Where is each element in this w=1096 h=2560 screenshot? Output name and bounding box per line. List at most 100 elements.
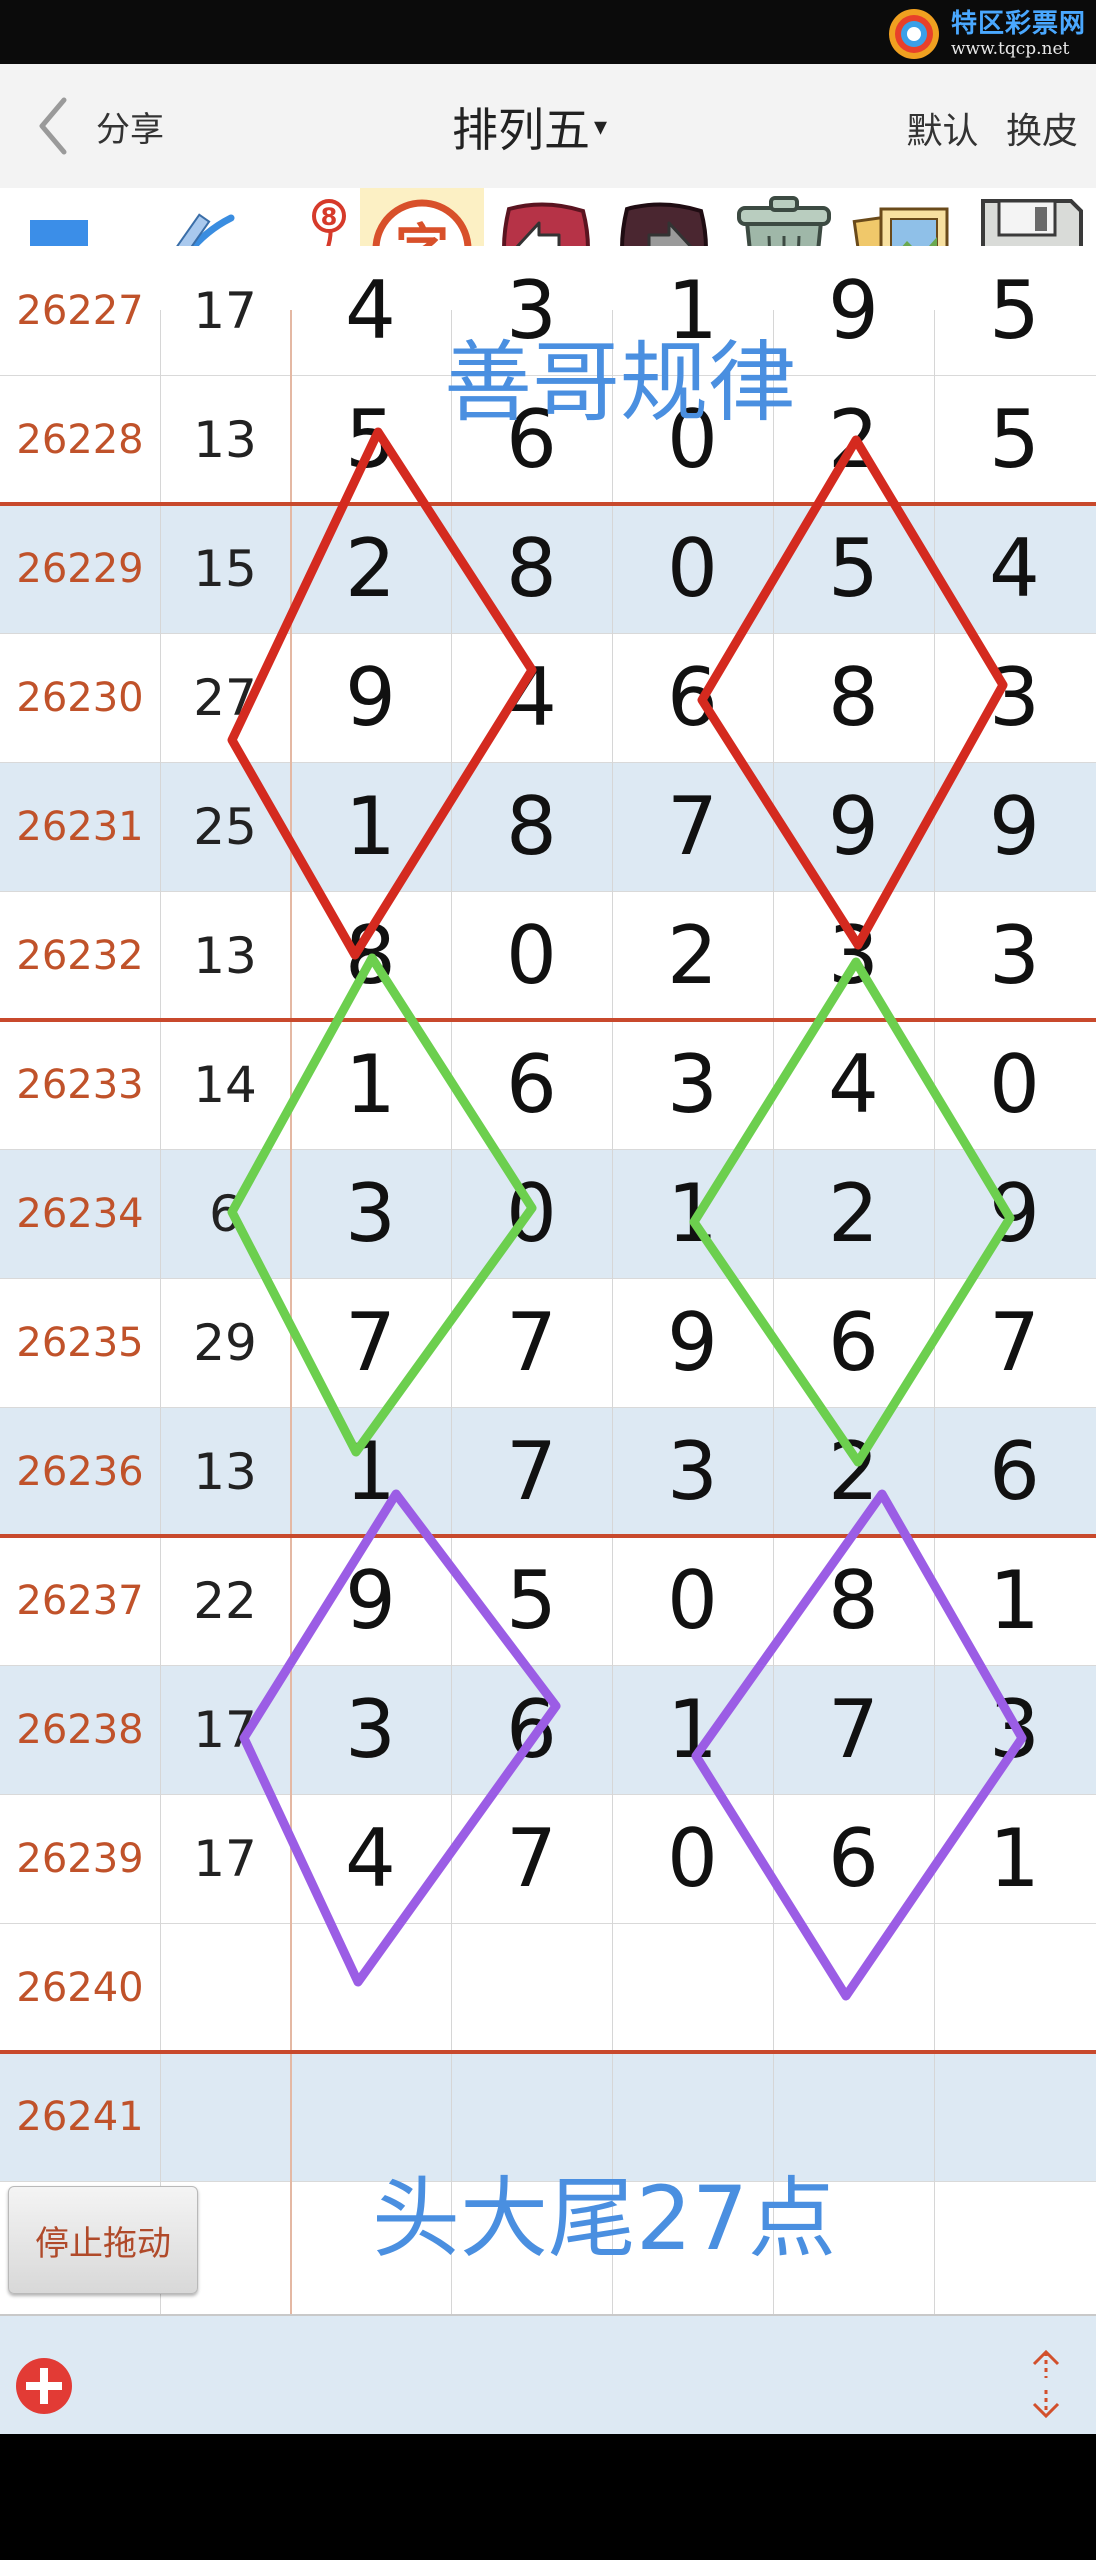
digit-cell[interactable]: 4 bbox=[773, 1020, 934, 1149]
updown-arrows-icon[interactable] bbox=[1024, 2346, 1068, 2422]
watermark: 特区彩票网 www.tqcp.net bbox=[887, 6, 1086, 62]
digit-cell[interactable]: 2 bbox=[290, 504, 451, 633]
digit-cell[interactable]: 5 bbox=[773, 504, 934, 633]
digit-cell[interactable]: 1 bbox=[612, 1149, 773, 1278]
issue-cell: 26241 bbox=[16, 2093, 144, 2140]
digit-cell[interactable]: 8 bbox=[451, 504, 612, 633]
default-button[interactable]: 默认 bbox=[907, 111, 979, 152]
nav-right: 默认 换皮 bbox=[907, 102, 1078, 154]
digit-cell[interactable]: 2 bbox=[773, 1407, 934, 1536]
digit-cell[interactable]: 8 bbox=[773, 1536, 934, 1665]
digit-cell[interactable]: 7 bbox=[612, 762, 773, 891]
table-row: 26233 14 1 6 3 4 0 bbox=[0, 1020, 1096, 1149]
digit-cell[interactable]: 9 bbox=[773, 246, 934, 375]
digit-cell[interactable]: 1 bbox=[934, 1794, 1095, 1923]
column-divider bbox=[160, 310, 161, 2314]
digit-cell[interactable]: 7 bbox=[290, 1278, 451, 1407]
digit-cell[interactable]: 4 bbox=[934, 504, 1095, 633]
digit-cell[interactable]: 3 bbox=[290, 1149, 451, 1278]
row-divider bbox=[0, 1278, 1096, 1279]
digit-cell[interactable]: 1 bbox=[612, 1665, 773, 1794]
digit-cell[interactable]: 3 bbox=[934, 1665, 1095, 1794]
digit-cell[interactable]: 5 bbox=[934, 246, 1095, 375]
sum-cell: 17 bbox=[193, 281, 257, 340]
digit-cell[interactable]: 9 bbox=[290, 633, 451, 762]
digit-cell[interactable]: 3 bbox=[934, 633, 1095, 762]
stop-drag-button[interactable]: 停止拖动 bbox=[8, 2186, 198, 2294]
bottom-note: 头大尾27点 bbox=[372, 2167, 836, 2270]
digit-cell[interactable]: 7 bbox=[934, 1278, 1095, 1407]
digit-cell[interactable]: 9 bbox=[934, 762, 1095, 891]
digit-cell[interactable]: 9 bbox=[773, 762, 934, 891]
digit-cell[interactable]: 1 bbox=[290, 1407, 451, 1536]
plus-circle-icon[interactable] bbox=[14, 2356, 74, 2416]
digit-cell[interactable]: 0 bbox=[451, 1149, 612, 1278]
digit-cell[interactable]: 9 bbox=[612, 1278, 773, 1407]
digit-cell[interactable]: 3 bbox=[773, 891, 934, 1020]
digit-cell[interactable]: 4 bbox=[290, 1794, 451, 1923]
digit-cell[interactable]: 3 bbox=[612, 1407, 773, 1536]
digit-cell[interactable]: 0 bbox=[934, 1020, 1095, 1149]
sum-cell: 6 bbox=[209, 1184, 241, 1243]
digit-cell[interactable]: 8 bbox=[773, 633, 934, 762]
issue-cell: 26228 bbox=[16, 416, 144, 463]
sum-cell: 17 bbox=[193, 1829, 257, 1888]
table-row: 26239 17 4 7 0 6 1 bbox=[0, 1794, 1096, 1923]
digit-cell[interactable]: 5 bbox=[451, 1536, 612, 1665]
digit-cell[interactable]: 5 bbox=[290, 375, 451, 504]
column-divider bbox=[451, 310, 452, 2314]
digit-cell[interactable]: 6 bbox=[934, 1407, 1095, 1536]
chevron-left-icon[interactable] bbox=[34, 94, 74, 158]
digit-cell[interactable]: 0 bbox=[612, 1536, 773, 1665]
system-nav-area bbox=[0, 2434, 1096, 2560]
digit-cell[interactable]: 2 bbox=[773, 375, 934, 504]
issue-cell: 26227 bbox=[16, 287, 144, 334]
digit-cell[interactable]: 7 bbox=[451, 1278, 612, 1407]
skin-button[interactable]: 换皮 bbox=[1006, 111, 1078, 152]
digit-cell[interactable]: 0 bbox=[612, 504, 773, 633]
table-row: 26234 6 3 0 1 2 9 bbox=[0, 1149, 1096, 1278]
sum-cell: 13 bbox=[193, 410, 257, 469]
digit-cell[interactable]: 4 bbox=[290, 246, 451, 375]
digit-cell[interactable]: 2 bbox=[773, 1149, 934, 1278]
digit-cell[interactable]: 4 bbox=[451, 633, 612, 762]
digit-cell[interactable]: 5 bbox=[934, 375, 1095, 504]
digit-cell[interactable]: 3 bbox=[934, 891, 1095, 1020]
digit-cell[interactable]: 3 bbox=[290, 1665, 451, 1794]
sum-cell: 22 bbox=[193, 1571, 257, 1630]
link-to-label: 8 bbox=[321, 203, 338, 231]
digit-cell[interactable]: 1 bbox=[934, 1536, 1095, 1665]
table-row: 26230 27 9 4 6 8 3 bbox=[0, 633, 1096, 762]
table-row: 26236 13 1 7 3 2 6 bbox=[0, 1407, 1096, 1536]
digit-cell[interactable]: 1 bbox=[290, 762, 451, 891]
issue-cell: 26237 bbox=[16, 1577, 144, 1624]
digit-cell[interactable]: 7 bbox=[773, 1665, 934, 1794]
digit-cell[interactable]: 9 bbox=[290, 1536, 451, 1665]
digit-cell[interactable]: 8 bbox=[451, 762, 612, 891]
digit-cell[interactable]: 2 bbox=[612, 891, 773, 1020]
digit-cell[interactable]: 0 bbox=[612, 1794, 773, 1923]
share-button[interactable]: 分享 bbox=[96, 102, 164, 151]
digit-cell[interactable]: 6 bbox=[773, 1794, 934, 1923]
row-divider bbox=[0, 1407, 1096, 1408]
digit-cell[interactable]: 3 bbox=[612, 1020, 773, 1149]
group-separator bbox=[0, 502, 1096, 506]
digit-cell[interactable]: 8 bbox=[290, 891, 451, 1020]
digit-cell[interactable]: 0 bbox=[451, 891, 612, 1020]
row-divider bbox=[0, 891, 1096, 892]
digit-cell[interactable]: 7 bbox=[451, 1407, 612, 1536]
digit-cell[interactable]: 9 bbox=[934, 1149, 1095, 1278]
watermark-url: www.tqcp.net bbox=[950, 38, 1070, 59]
digit-cell[interactable]: 6 bbox=[451, 1020, 612, 1149]
digit-cell[interactable]: 1 bbox=[290, 1020, 451, 1149]
digit-cell[interactable]: 6 bbox=[773, 1278, 934, 1407]
group-separator bbox=[0, 1534, 1096, 1538]
digit-cell[interactable]: 6 bbox=[451, 1665, 612, 1794]
sum-cell: 27 bbox=[193, 668, 257, 727]
digit-cell[interactable]: 6 bbox=[612, 633, 773, 762]
issue-cell: 26230 bbox=[16, 674, 144, 721]
digit-cell[interactable]: 7 bbox=[451, 1794, 612, 1923]
issue-cell: 26231 bbox=[16, 803, 144, 850]
title-dropdown[interactable]: 排列五 ▾ bbox=[452, 94, 607, 160]
issue-cell: 26229 bbox=[16, 545, 144, 592]
